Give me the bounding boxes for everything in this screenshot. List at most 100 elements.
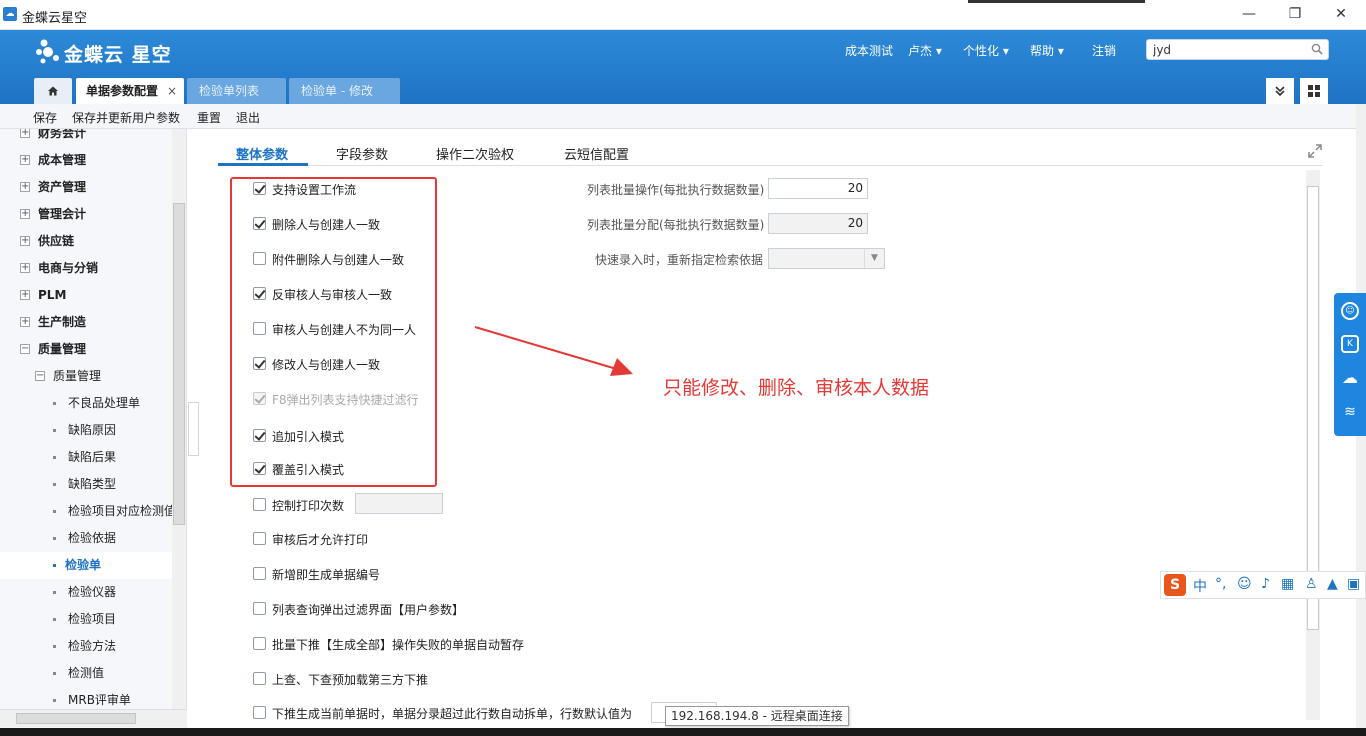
sidebar-horizontal-scrollbar[interactable] (0, 709, 187, 727)
expand-toggle-icon[interactable]: + (20, 317, 30, 327)
tab-overall-params[interactable]: 整体参数 (236, 144, 288, 163)
expand-toggle-icon[interactable]: + (20, 236, 30, 246)
grid-view-button[interactable] (1300, 78, 1328, 104)
nav-user-menu[interactable]: 卢杰 ▾ (908, 42, 942, 59)
window-titlebar: ☁ 金蝶云星空 — ❐ ✕ (0, 0, 1366, 30)
close-window-button[interactable]: ✕ (1318, 2, 1364, 26)
print-count-input[interactable] (355, 493, 443, 514)
tab-field-params[interactable]: 字段参数 (336, 144, 388, 163)
sidebar-item[interactable]: + 生产制造 (0, 309, 172, 336)
bullet-icon (53, 672, 56, 675)
nav-personalize[interactable]: 个性化 ▾ (963, 42, 1009, 59)
sidebar-scroll-thumb[interactable] (173, 203, 185, 525)
sidebar-item[interactable]: 检验依据 (0, 525, 172, 552)
sidebar-item[interactable]: 缺陷原因 (0, 417, 172, 444)
sogou-icon[interactable]: S (1164, 574, 1186, 596)
ime-menu-icon[interactable]: ▣ (1347, 576, 1360, 592)
expand-toggle-icon[interactable]: − (20, 344, 30, 354)
nav-help[interactable]: 帮助 ▾ (1030, 42, 1064, 59)
ime-skin-icon[interactable]: ▲ (1327, 576, 1338, 592)
option-checkbox[interactable] (253, 498, 266, 511)
sidebar-item[interactable]: + 财务会计 (0, 129, 172, 147)
ime-voice-icon[interactable]: ♪ (1261, 576, 1270, 592)
annotation-highlight-box (230, 177, 437, 487)
avatar-assistant-icon[interactable]: ☺ (1341, 302, 1359, 320)
sidebar-item[interactable]: 缺陷后果 (0, 444, 172, 471)
content-scroll-thumb[interactable] (1307, 186, 1319, 630)
hscroll-thumb[interactable] (16, 713, 136, 724)
collapse-sidebar-handle[interactable] (188, 402, 199, 456)
expand-toggle-icon[interactable]: + (20, 155, 30, 165)
sidebar-item[interactable]: 检验项目对应检测值 (0, 498, 172, 525)
sidebar-item[interactable]: 检测值 (0, 660, 172, 687)
sidebar-item[interactable]: 检验项目 (0, 606, 172, 633)
nav-cost-test[interactable]: 成本测试 (845, 42, 893, 59)
maximize-icon[interactable] (1307, 143, 1323, 159)
option-label: 控制打印次数 (272, 499, 345, 513)
sidebar-item[interactable]: + 电商与分销 (0, 255, 172, 282)
save-and-update-button[interactable]: 保存并更新用户参数 (72, 109, 180, 126)
database-icon[interactable]: ≋ (1341, 405, 1359, 423)
top-edge-bar (968, 0, 1145, 3)
restore-button[interactable]: ❐ (1272, 2, 1318, 26)
sidebar-scrollbar[interactable] (172, 129, 186, 709)
batch-assign-input[interactable]: 20 (768, 213, 868, 234)
ime-user-icon[interactable]: ♙ (1305, 576, 1318, 592)
batch-operation-input[interactable]: 20 (768, 178, 868, 199)
dropdown-arrow-icon[interactable]: ▼ (864, 249, 884, 268)
tab-inspection-edit[interactable]: 检验单 - 修改 (289, 78, 400, 104)
sidebar-item[interactable]: − 质量管理 (0, 336, 172, 363)
bullet-icon (53, 591, 56, 594)
sidebar-item[interactable]: − 质量管理 (0, 363, 172, 390)
option-checkbox[interactable] (253, 706, 266, 719)
option-checkbox[interactable] (253, 637, 266, 650)
expand-toggle-icon[interactable]: + (20, 290, 30, 300)
sidebar-item[interactable]: 检验仪器 (0, 579, 172, 606)
app-header: 金蝶云 星空 成本测试 卢杰 ▾ 个性化 ▾ 帮助 ▾ 注销 单据参数配置 × … (0, 30, 1366, 104)
tab-home[interactable] (34, 78, 72, 104)
content-scrollbar[interactable] (1306, 170, 1320, 720)
expand-toggle-icon[interactable]: − (35, 371, 45, 381)
quick-entry-select[interactable]: ▼ (768, 248, 885, 269)
option-checkbox[interactable] (253, 532, 266, 545)
sidebar-item[interactable]: + 资产管理 (0, 174, 172, 201)
ime-punctuation-icon[interactable]: °, (1215, 576, 1226, 592)
chat-icon[interactable]: K (1341, 335, 1359, 353)
ime-keyboard-icon[interactable]: ▦ (1281, 576, 1294, 592)
expand-down-button[interactable] (1266, 78, 1294, 104)
option-checkbox[interactable] (253, 672, 266, 685)
bullet-icon (53, 456, 56, 459)
sidebar-item[interactable]: 检验方法 (0, 633, 172, 660)
minimize-button[interactable]: — (1226, 2, 1272, 26)
sidebar-item-label: 缺陷后果 (68, 450, 117, 464)
reset-button[interactable]: 重置 (197, 109, 221, 126)
content-tabs: 整体参数 字段参数 操作二次验权 云短信配置 (218, 140, 1323, 166)
exit-button[interactable]: 退出 (236, 109, 260, 126)
cloud-icon[interactable]: ☁ (1341, 370, 1359, 389)
expand-toggle-icon[interactable]: + (20, 263, 30, 273)
sidebar-item[interactable]: + 管理会计 (0, 201, 172, 228)
tab-sms-config[interactable]: 云短信配置 (564, 144, 629, 163)
option-checkbox[interactable] (253, 567, 266, 580)
tab-inspection-list[interactable]: 检验单列表 (187, 78, 286, 104)
ime-chinese-mode[interactable]: 中 (1193, 576, 1207, 596)
sidebar-item[interactable]: 检验单 (0, 552, 172, 579)
expand-toggle-icon[interactable]: + (20, 209, 30, 219)
expand-toggle-icon[interactable]: + (20, 182, 30, 192)
quick-entry-label: 快速录入时，重新指定检索依据 (595, 253, 764, 267)
tab-secondary-auth[interactable]: 操作二次验权 (436, 144, 514, 163)
ime-emoji-icon[interactable]: ☺ (1237, 576, 1252, 592)
save-button[interactable]: 保存 (33, 109, 57, 126)
search-input[interactable] (1153, 41, 1303, 58)
tab-bill-param-config[interactable]: 单据参数配置 × (76, 78, 184, 104)
sidebar-item[interactable]: + 供应链 (0, 228, 172, 255)
sidebar-item[interactable]: + PLM (0, 282, 172, 309)
option-checkbox[interactable] (253, 602, 266, 615)
tab-close-icon[interactable]: × (167, 78, 177, 104)
sidebar-item[interactable]: 不良品处理单 (0, 390, 172, 417)
sidebar-item[interactable]: 缺陷类型 (0, 471, 172, 498)
search-icon[interactable] (1311, 43, 1323, 55)
sidebar-item[interactable]: + 成本管理 (0, 147, 172, 174)
nav-logout[interactable]: 注销 (1092, 42, 1116, 59)
expand-toggle-icon[interactable]: + (20, 129, 30, 138)
